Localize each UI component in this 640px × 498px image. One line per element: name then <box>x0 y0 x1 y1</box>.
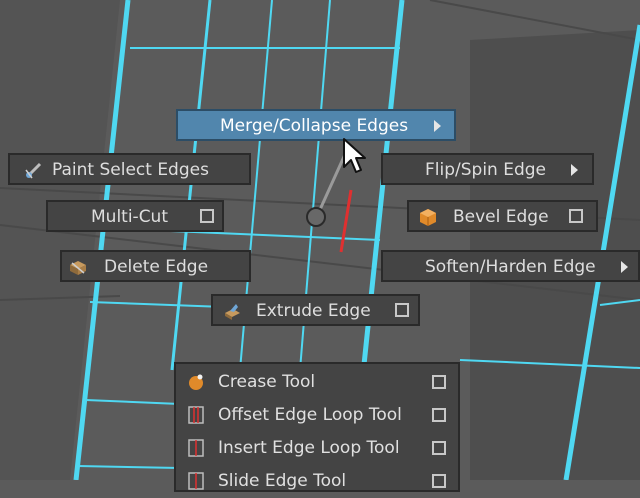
merge-collapse-edges-label: Merge/Collapse Edges <box>220 116 409 136</box>
offset-edge-loop-tool-option-box[interactable] <box>432 408 446 422</box>
submenu-arrow-icon <box>434 120 441 132</box>
insert-edge-loop-tool-item[interactable]: Insert Edge Loop Tool <box>176 432 458 465</box>
merge-collapse-edges-item[interactable]: Merge/Collapse Edges <box>176 109 456 141</box>
multi-cut-label: Multi-Cut <box>91 207 168 227</box>
slide-edge-icon <box>188 472 204 490</box>
slide-edge-tool-item[interactable]: Slide Edge Tool <box>176 465 458 498</box>
edge-loop-icon <box>188 439 204 457</box>
slide-edge-tool-option-box[interactable] <box>432 474 446 488</box>
delete-edge-item[interactable]: Delete Edge <box>60 250 251 282</box>
marking-menu-center <box>306 207 326 227</box>
insert-edge-loop-tool-label: Insert Edge Loop Tool <box>218 438 400 458</box>
delete-edge-label: Delete Edge <box>104 257 209 277</box>
extrude-edge-label: Extrude Edge <box>256 301 371 321</box>
extrude-edge-option-box[interactable] <box>395 303 409 317</box>
crease-tool-item[interactable]: Crease Tool <box>176 366 458 399</box>
submenu-arrow-icon <box>571 164 578 176</box>
delete-edge-icon <box>70 261 86 275</box>
slide-edge-tool-label: Slide Edge Tool <box>218 471 347 491</box>
submenu-arrow-icon <box>621 261 628 273</box>
paint-brush-icon <box>25 162 42 179</box>
multi-cut-option-box[interactable] <box>200 209 214 223</box>
crease-icon <box>189 374 203 390</box>
bevel-edge-item[interactable]: Bevel Edge <box>407 200 598 232</box>
selected-edge <box>339 189 353 253</box>
flip-spin-edge-label: Flip/Spin Edge <box>425 160 547 180</box>
offset-edge-loop-tool-label: Offset Edge Loop Tool <box>218 405 402 425</box>
paint-select-edges-item[interactable]: Paint Select Edges <box>8 153 251 185</box>
extrude-edge-icon <box>225 304 240 320</box>
flip-spin-edge-item[interactable]: Flip/Spin Edge <box>381 153 594 185</box>
extrude-edge-item[interactable]: Extrude Edge <box>211 294 420 326</box>
offset-edge-loop-tool-item[interactable]: Offset Edge Loop Tool <box>176 399 458 432</box>
edge-loop-icon <box>188 406 204 424</box>
crease-tool-label: Crease Tool <box>218 372 316 392</box>
overflow-menu: Crease Tool Offset Edge Loop Tool Insert… <box>174 362 460 492</box>
paint-select-edges-label: Paint Select Edges <box>52 160 209 180</box>
bevel-edge-label: Bevel Edge <box>453 207 549 227</box>
multi-cut-item[interactable]: Multi-Cut <box>46 200 224 232</box>
soften-harden-edge-item[interactable]: Soften/Harden Edge <box>381 250 640 282</box>
soften-harden-edge-label: Soften/Harden Edge <box>425 257 596 277</box>
crease-tool-option-box[interactable] <box>432 375 446 389</box>
bevel-edge-option-box[interactable] <box>569 209 583 223</box>
insert-edge-loop-tool-option-box[interactable] <box>432 441 446 455</box>
mouse-cursor-icon <box>343 138 366 173</box>
bevel-cube-icon <box>420 209 436 226</box>
